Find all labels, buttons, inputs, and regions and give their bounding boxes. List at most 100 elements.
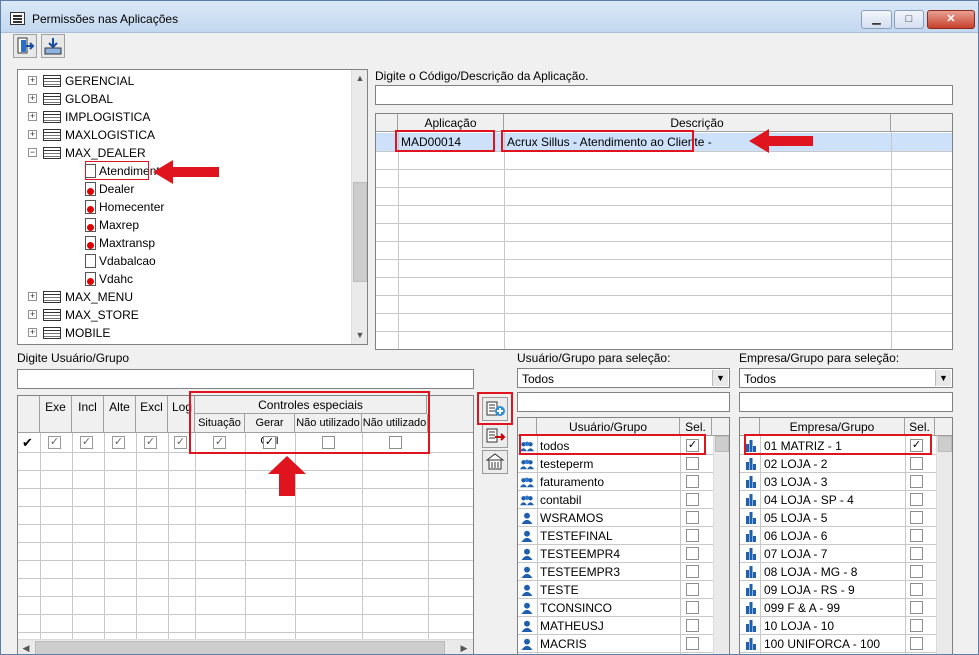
select-checkbox[interactable] bbox=[910, 547, 923, 560]
select-checkbox[interactable] bbox=[686, 619, 699, 632]
incl-checkbox[interactable]: ✓ bbox=[80, 436, 93, 449]
scroll-down-arrow[interactable]: ▼ bbox=[352, 327, 367, 343]
company-name: 100 UNIFORCA - 100 bbox=[764, 637, 881, 651]
save-button[interactable] bbox=[41, 34, 65, 58]
list-item[interactable]: TESTEEMPR3 bbox=[518, 563, 713, 581]
list-item[interactable]: 03 LOJA - 3 bbox=[740, 473, 936, 491]
app-search-input[interactable] bbox=[375, 85, 953, 105]
user-name: MACRIS bbox=[540, 637, 587, 651]
select-checkbox[interactable] bbox=[686, 493, 699, 506]
list-item[interactable]: TESTEFINAL bbox=[518, 527, 713, 545]
scroll-thumb[interactable] bbox=[938, 436, 952, 452]
exe-checkbox[interactable]: ✓ bbox=[48, 436, 61, 449]
select-checkbox[interactable] bbox=[910, 601, 923, 614]
select-checkbox[interactable] bbox=[910, 583, 923, 596]
list-item[interactable]: MATHEUSJ bbox=[518, 617, 713, 635]
select-checkbox[interactable] bbox=[910, 511, 923, 524]
select-checkbox[interactable] bbox=[686, 583, 699, 596]
chevron-down-icon[interactable]: ▼ bbox=[935, 370, 951, 386]
list-item[interactable]: TESTE bbox=[518, 581, 713, 599]
user-name: MATHEUSJ bbox=[540, 619, 604, 633]
tree-vertical-scrollbar[interactable]: ▲ ▼ bbox=[351, 70, 367, 344]
remove-permission-button[interactable] bbox=[482, 424, 508, 448]
scroll-thumb[interactable] bbox=[715, 436, 729, 452]
list-item[interactable]: contabil bbox=[518, 491, 713, 509]
list-item[interactable]: testeperm bbox=[518, 455, 713, 473]
list-item[interactable]: 100 UNIFORCA - 100 bbox=[740, 635, 936, 653]
company-name: 08 LOJA - MG - 8 bbox=[764, 565, 858, 579]
select-checkbox[interactable] bbox=[686, 475, 699, 488]
minimize-button[interactable]: ▁ bbox=[861, 10, 892, 29]
select-checkbox[interactable] bbox=[910, 457, 923, 470]
user-icon bbox=[521, 620, 533, 632]
list-item[interactable]: faturamento bbox=[518, 473, 713, 491]
perm-horizontal-scrollbar[interactable]: ◀ ▶ bbox=[18, 639, 473, 654]
list-item[interactable]: 07 LOJA - 7 bbox=[740, 545, 936, 563]
expand-icon[interactable]: + bbox=[28, 130, 37, 139]
tree-leaf-label: Dealer bbox=[99, 182, 135, 196]
alte-checkbox[interactable]: ✓ bbox=[112, 436, 125, 449]
tree-leaf-label: Vdabalcao bbox=[99, 254, 156, 268]
list-item[interactable]: 05 LOJA - 5 bbox=[740, 509, 936, 527]
user-icon bbox=[521, 512, 533, 524]
expand-icon[interactable]: + bbox=[28, 94, 37, 103]
company-group-dropdown[interactable]: Todos ▼ bbox=[739, 368, 953, 388]
list-item[interactable]: TCONSINCO bbox=[518, 599, 713, 617]
expand-icon[interactable]: + bbox=[28, 76, 37, 85]
company-group-dropdown-value: Todos bbox=[744, 372, 777, 386]
user-filter-input[interactable] bbox=[517, 392, 730, 412]
expand-icon[interactable]: + bbox=[28, 292, 37, 301]
select-checkbox[interactable] bbox=[910, 565, 923, 578]
select-checkbox[interactable] bbox=[910, 475, 923, 488]
user-group-dropdown[interactable]: Todos ▼ bbox=[517, 368, 730, 388]
company-filter-input[interactable] bbox=[739, 392, 953, 412]
list-item[interactable]: 08 LOJA - MG - 8 bbox=[740, 563, 936, 581]
company-name: 09 LOJA - RS - 9 bbox=[764, 583, 855, 597]
user-list-scrollbar[interactable] bbox=[713, 436, 729, 654]
scroll-thumb[interactable] bbox=[353, 182, 367, 282]
user-name: testeperm bbox=[540, 457, 594, 471]
company-building-icon bbox=[746, 602, 756, 614]
scroll-left-arrow[interactable]: ◀ bbox=[18, 640, 34, 654]
log-checkbox[interactable]: ✓ bbox=[174, 436, 187, 449]
expand-icon[interactable]: + bbox=[28, 328, 37, 337]
scroll-thumb[interactable] bbox=[35, 641, 445, 654]
select-checkbox[interactable] bbox=[910, 529, 923, 542]
company-list-scrollbar[interactable] bbox=[936, 436, 952, 654]
list-item[interactable]: WSRAMOS bbox=[518, 509, 713, 527]
company-building-icon bbox=[746, 458, 756, 470]
list-item[interactable]: 09 LOJA - RS - 9 bbox=[740, 581, 936, 599]
user-search-input[interactable] bbox=[17, 369, 474, 389]
apply-all-button[interactable] bbox=[482, 450, 508, 474]
select-checkbox[interactable] bbox=[686, 457, 699, 470]
select-checkbox[interactable] bbox=[910, 619, 923, 632]
excl-checkbox[interactable]: ✓ bbox=[144, 436, 157, 449]
scroll-right-arrow[interactable]: ▶ bbox=[456, 640, 472, 654]
list-item[interactable]: 10 LOJA - 10 bbox=[740, 617, 936, 635]
select-checkbox[interactable] bbox=[686, 547, 699, 560]
scroll-up-arrow[interactable]: ▲ bbox=[352, 70, 367, 86]
expand-icon[interactable]: + bbox=[28, 112, 37, 121]
chevron-down-icon[interactable]: ▼ bbox=[712, 370, 728, 386]
select-checkbox[interactable] bbox=[910, 637, 923, 650]
select-checkbox[interactable] bbox=[686, 511, 699, 524]
list-item[interactable]: 04 LOJA - SP - 4 bbox=[740, 491, 936, 509]
list-item[interactable]: 06 LOJA - 6 bbox=[740, 527, 936, 545]
exit-door-icon bbox=[17, 37, 35, 54]
list-item[interactable]: 02 LOJA - 2 bbox=[740, 455, 936, 473]
list-item[interactable]: 099 F & A - 99 bbox=[740, 599, 936, 617]
expand-icon[interactable]: + bbox=[28, 310, 37, 319]
tree-node-label: MAX_STORE bbox=[65, 308, 139, 322]
collapse-icon[interactable]: − bbox=[28, 148, 37, 157]
list-item[interactable]: MACRIS bbox=[518, 635, 713, 653]
maximize-button[interactable]: □ bbox=[894, 10, 924, 29]
select-checkbox[interactable] bbox=[910, 493, 923, 506]
select-checkbox[interactable] bbox=[686, 601, 699, 614]
select-checkbox[interactable] bbox=[686, 565, 699, 578]
tree-node-label: GLOBAL bbox=[65, 92, 114, 106]
select-checkbox[interactable] bbox=[686, 637, 699, 650]
list-item[interactable]: TESTEEMPR4 bbox=[518, 545, 713, 563]
close-button[interactable]: ✕ bbox=[927, 10, 975, 29]
exit-button[interactable] bbox=[13, 34, 37, 58]
select-checkbox[interactable] bbox=[686, 529, 699, 542]
